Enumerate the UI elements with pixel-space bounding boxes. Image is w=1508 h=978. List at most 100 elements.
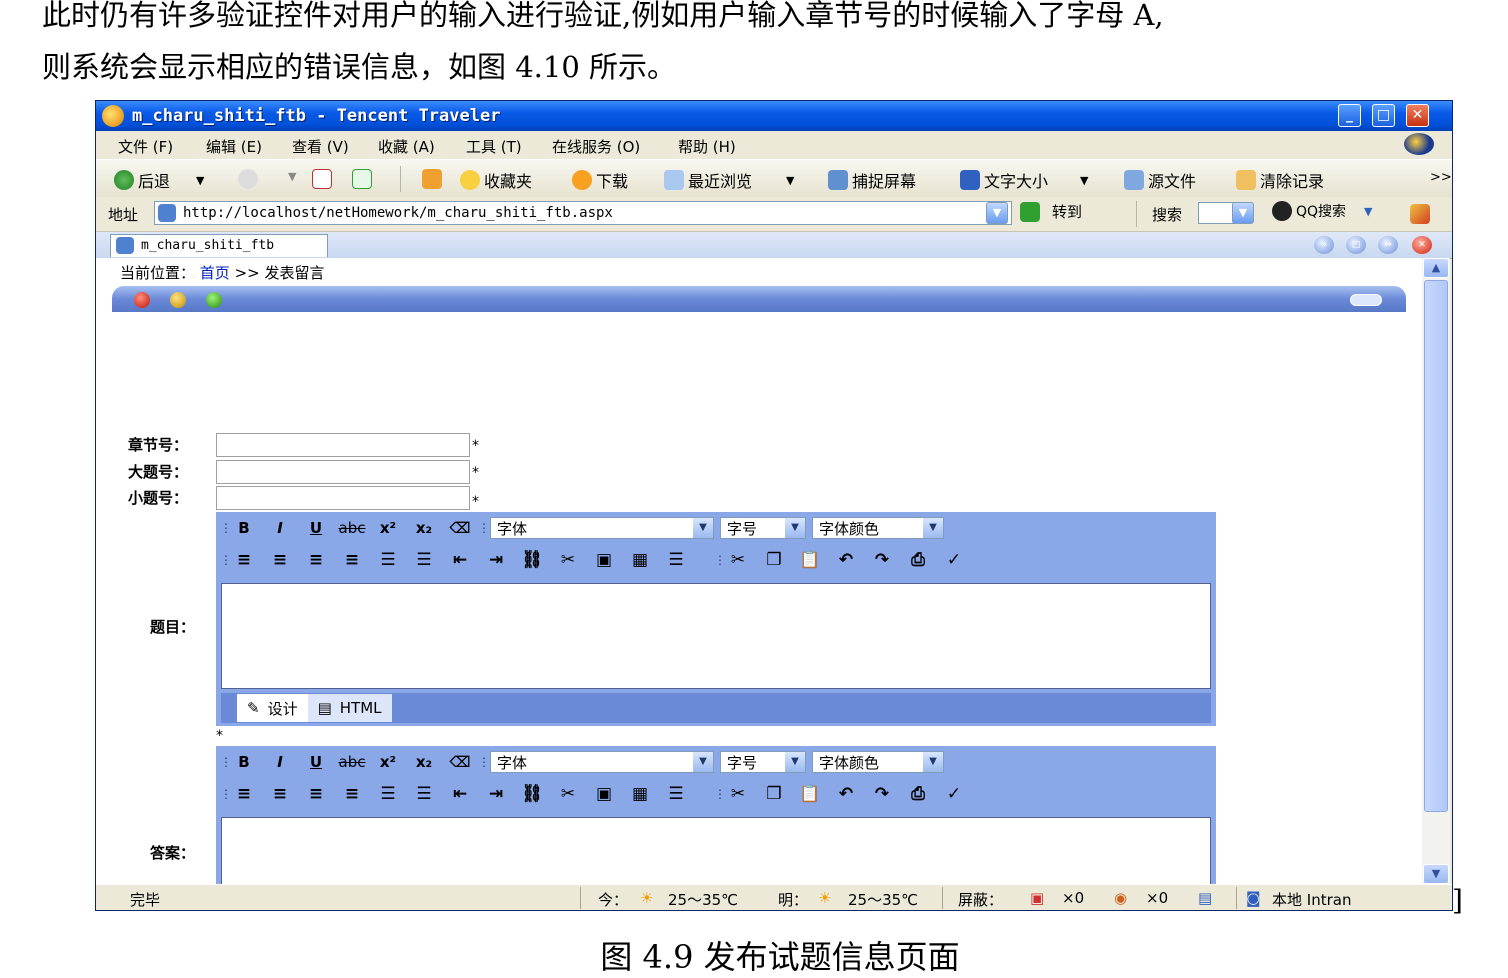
align-justify-icon[interactable]: ≡ bbox=[334, 784, 370, 804]
chapter-input[interactable] bbox=[216, 433, 470, 457]
download-button[interactable]: 下载 bbox=[572, 168, 628, 192]
underline-button[interactable]: U bbox=[298, 519, 334, 537]
address-dropdown-button[interactable]: ▼ bbox=[986, 202, 1008, 224]
align-left-icon[interactable]: ≡ bbox=[226, 784, 262, 804]
bold-button[interactable]: B bbox=[226, 519, 262, 537]
favorites-button[interactable]: 收藏夹 bbox=[460, 168, 532, 192]
maximize-button[interactable]: □ bbox=[1372, 104, 1395, 127]
tab-close-icon[interactable]: ✕ bbox=[1412, 236, 1432, 254]
font-size-dropdown-icon[interactable]: ▼ bbox=[1080, 174, 1088, 187]
link-icon[interactable]: ⛓ bbox=[514, 550, 550, 570]
menu-help[interactable]: 帮助 (H) bbox=[678, 136, 736, 157]
numbered-list-icon[interactable]: ☰ bbox=[406, 550, 442, 570]
recent-dropdown-icon[interactable]: ▼ bbox=[786, 174, 794, 187]
paste-icon[interactable]: 📋 bbox=[792, 784, 828, 804]
font-size-select[interactable]: 字号 ▼ bbox=[720, 751, 806, 773]
horizontal-rule-icon[interactable]: ☰ bbox=[658, 550, 694, 570]
align-left-icon[interactable]: ≡ bbox=[226, 550, 262, 570]
bold-button[interactable]: B bbox=[226, 753, 262, 771]
spellcheck-icon[interactable]: ✓ bbox=[936, 550, 972, 570]
scroll-down-icon[interactable]: ▼ bbox=[1423, 864, 1449, 884]
scrollbar-thumb[interactable] bbox=[1424, 280, 1448, 812]
source-button[interactable]: 源文件 bbox=[1124, 168, 1196, 192]
table-icon[interactable]: ▦ bbox=[622, 550, 658, 570]
unlink-icon[interactable]: ✂ bbox=[550, 784, 586, 804]
tab-new-icon[interactable]: □ bbox=[1346, 236, 1366, 254]
question-html-tab[interactable]: ▤ HTML bbox=[307, 694, 392, 722]
strikethrough-button[interactable]: abc bbox=[334, 753, 370, 771]
italic-button[interactable]: I bbox=[262, 519, 298, 537]
cut-icon[interactable]: ✂ bbox=[720, 784, 756, 804]
redo-icon[interactable]: ↷ bbox=[864, 550, 900, 570]
bullet-list-icon[interactable]: ☰ bbox=[370, 550, 406, 570]
toolbar-more-button[interactable]: >> bbox=[1430, 170, 1452, 185]
font-family-select[interactable]: 字体 ▼ bbox=[490, 751, 714, 773]
spellcheck-icon[interactable]: ✓ bbox=[936, 784, 972, 804]
font-size-select[interactable]: 字号 ▼ bbox=[720, 517, 806, 539]
font-color-select[interactable]: 字体颜色 ▼ bbox=[812, 517, 944, 539]
search-dropdown-button[interactable]: ▼ bbox=[1232, 202, 1254, 224]
indent-icon[interactable]: ⇥ bbox=[478, 550, 514, 570]
cut-icon[interactable]: ✂ bbox=[720, 550, 756, 570]
address-input[interactable]: http://localhost/netHomework/m_charu_shi… bbox=[154, 201, 1012, 225]
menu-edit[interactable]: 编辑 (E) bbox=[206, 136, 262, 157]
unlink-icon[interactable]: ✂ bbox=[550, 550, 586, 570]
font-family-select[interactable]: 字体 ▼ bbox=[490, 517, 714, 539]
question-editor-area[interactable] bbox=[221, 583, 1211, 689]
back-button[interactable]: 后退 ▼ bbox=[114, 168, 204, 192]
title-bar[interactable]: m_charu_shiti_ftb - Tencent Traveler _ □… bbox=[96, 101, 1452, 131]
tab-list-icon[interactable]: » bbox=[1314, 236, 1334, 254]
superscript-button[interactable]: x² bbox=[370, 519, 406, 537]
image-icon[interactable]: ▣ bbox=[586, 784, 622, 804]
paste-icon[interactable]: 📋 bbox=[792, 550, 828, 570]
minimize-button[interactable]: _ bbox=[1338, 104, 1361, 127]
vertical-scrollbar[interactable]: ▲ ▼ bbox=[1422, 258, 1450, 884]
indent-icon[interactable]: ⇥ bbox=[478, 784, 514, 804]
scroll-up-icon[interactable]: ▲ bbox=[1423, 258, 1449, 278]
bullet-list-icon[interactable]: ☰ bbox=[370, 784, 406, 804]
link-icon[interactable]: ⛓ bbox=[514, 784, 550, 804]
table-icon[interactable]: ▦ bbox=[622, 784, 658, 804]
menu-favorites[interactable]: 收藏 (A) bbox=[378, 136, 435, 157]
stop-icon[interactable] bbox=[312, 169, 332, 189]
tab-active-page[interactable]: m_charu_shiti_ftb bbox=[110, 234, 328, 257]
eraser-icon[interactable]: ⌫ bbox=[442, 519, 478, 537]
ad-block-icon[interactable]: ◉ bbox=[1114, 889, 1127, 907]
tab-switch-icon[interactable]: ⇔ bbox=[1378, 236, 1398, 254]
pen-icon[interactable] bbox=[1410, 204, 1430, 224]
font-size-button[interactable]: 文字大小 ▼ bbox=[960, 168, 1088, 192]
recent-button[interactable]: 最近浏览 ▼ bbox=[664, 168, 794, 192]
image-icon[interactable]: ▣ bbox=[586, 550, 622, 570]
strikethrough-button[interactable]: abc bbox=[334, 519, 370, 537]
small-question-input[interactable] bbox=[216, 486, 470, 510]
align-right-icon[interactable]: ≡ bbox=[262, 550, 298, 570]
refresh-icon[interactable] bbox=[352, 169, 372, 189]
menu-view[interactable]: 查看 (V) bbox=[292, 136, 349, 157]
align-justify-icon[interactable]: ≡ bbox=[334, 550, 370, 570]
copy-icon[interactable]: ❐ bbox=[756, 550, 792, 570]
panel-toggle-icon[interactable] bbox=[1350, 294, 1382, 306]
qq-search-dropdown-icon[interactable]: ▼ bbox=[1364, 205, 1372, 218]
align-center-icon[interactable]: ≡ bbox=[298, 550, 334, 570]
big-question-input[interactable] bbox=[216, 460, 470, 484]
back-dropdown-icon[interactable]: ▼ bbox=[196, 174, 204, 187]
question-design-tab[interactable]: ✎ 设计 bbox=[237, 694, 308, 722]
numbered-list-icon[interactable]: ☰ bbox=[406, 784, 442, 804]
undo-icon[interactable]: ↶ bbox=[828, 550, 864, 570]
clear-history-button[interactable]: 清除记录 bbox=[1236, 168, 1324, 192]
forward-icon[interactable] bbox=[238, 169, 258, 189]
outdent-icon[interactable]: ⇤ bbox=[442, 550, 478, 570]
eraser-icon[interactable]: ⌫ bbox=[442, 753, 478, 771]
redo-icon[interactable]: ↷ bbox=[864, 784, 900, 804]
subscript-button[interactable]: x₂ bbox=[406, 519, 442, 537]
menu-online-services[interactable]: 在线服务 (O) bbox=[552, 136, 640, 157]
breadcrumb-home-link[interactable]: 首页 bbox=[200, 264, 230, 282]
ad-filter-icon[interactable]: ▤ bbox=[1198, 889, 1212, 907]
align-center-icon[interactable]: ≡ bbox=[298, 784, 334, 804]
capture-button[interactable]: 捕捉屏幕 bbox=[828, 168, 916, 192]
undo-icon[interactable]: ↶ bbox=[828, 784, 864, 804]
align-right-icon[interactable]: ≡ bbox=[262, 784, 298, 804]
italic-button[interactable]: I bbox=[262, 753, 298, 771]
underline-button[interactable]: U bbox=[298, 753, 334, 771]
popup-block-icon[interactable]: ▣ bbox=[1030, 889, 1044, 907]
